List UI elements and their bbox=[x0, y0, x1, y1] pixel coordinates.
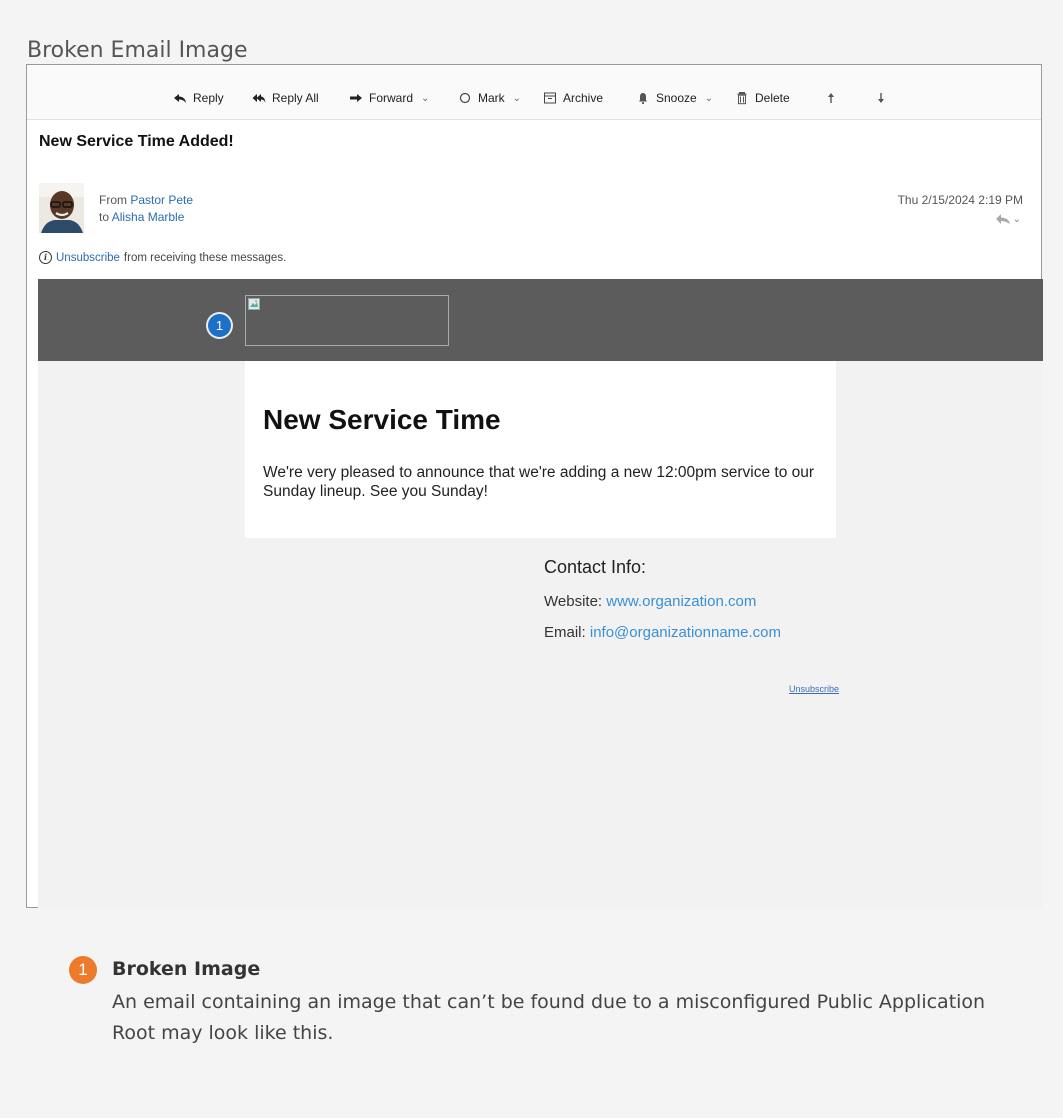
sender-link[interactable]: Pastor Pete bbox=[130, 193, 193, 207]
chevron-down-icon[interactable]: ⌄ bbox=[513, 93, 521, 104]
email-date: Thu 2/15/2024 2:19 PM bbox=[897, 193, 1023, 207]
from-line: From Pastor Pete bbox=[99, 193, 193, 207]
contact-website: Website: www.organization.com bbox=[544, 593, 756, 610]
next-message-button[interactable] bbox=[874, 89, 888, 107]
broken-image-icon bbox=[248, 298, 260, 310]
archive-label: Archive bbox=[563, 91, 604, 105]
chevron-down-icon[interactable]: ⌄ bbox=[1013, 214, 1021, 225]
delete-label: Delete bbox=[755, 91, 790, 105]
arrow-down-icon bbox=[874, 91, 888, 105]
callout-title: Broken Image bbox=[112, 958, 261, 980]
email-toolbar: Reply Reply All Forward ⌄ Mark ⌄ Archive… bbox=[27, 65, 1041, 120]
archive-icon bbox=[543, 91, 557, 105]
callout-number-badge: 1 bbox=[69, 956, 97, 984]
forward-button[interactable]: Forward ⌄ bbox=[349, 89, 429, 107]
unsubscribe-link[interactable]: Unsubscribe bbox=[56, 252, 120, 264]
circle-icon bbox=[458, 91, 472, 105]
to-line: to Alisha Marble bbox=[99, 210, 184, 224]
snooze-button[interactable]: Snooze ⌄ bbox=[636, 89, 713, 107]
info-icon: i bbox=[39, 251, 52, 264]
email-header-band: 1 bbox=[38, 279, 1043, 361]
reply-label: Reply bbox=[193, 91, 224, 105]
mark-label: Mark bbox=[478, 91, 505, 105]
to-prefix: to bbox=[99, 210, 110, 224]
reply-all-icon bbox=[252, 91, 266, 105]
forward-label: Forward bbox=[369, 91, 414, 105]
footer-unsubscribe-link[interactable]: Unsubscribe bbox=[789, 684, 839, 694]
email-heading: New Service Time bbox=[263, 404, 501, 435]
email-link[interactable]: info@organizationname.com bbox=[590, 624, 781, 641]
broken-image-placeholder bbox=[245, 295, 449, 346]
previous-message-button[interactable] bbox=[824, 89, 838, 107]
annotation-badge: 1 bbox=[208, 314, 231, 337]
email-label: Email: bbox=[544, 624, 586, 641]
reply-icon bbox=[995, 210, 1011, 229]
email-window: Reply Reply All Forward ⌄ Mark ⌄ Archive… bbox=[26, 64, 1043, 908]
bell-icon bbox=[636, 91, 650, 105]
trash-icon bbox=[735, 91, 749, 105]
page-title: Broken Email Image bbox=[27, 38, 248, 63]
reply-all-label: Reply All bbox=[272, 91, 319, 105]
email-body-text: We're very pleased to announce that we'r… bbox=[263, 464, 815, 500]
arrow-up-icon bbox=[824, 91, 838, 105]
email-subject: New Service Time Added! bbox=[39, 133, 234, 150]
avatar[interactable] bbox=[39, 183, 84, 233]
reply-icon bbox=[173, 91, 187, 105]
quick-reply-button[interactable]: ⌄ bbox=[995, 210, 1021, 229]
unsubscribe-notice-text: from receiving these messages. bbox=[123, 251, 287, 264]
delete-button[interactable]: Delete bbox=[735, 89, 790, 107]
contact-title: Contact Info: bbox=[544, 557, 647, 577]
forward-icon bbox=[349, 91, 363, 105]
from-prefix: From bbox=[99, 193, 127, 207]
chevron-down-icon[interactable]: ⌄ bbox=[421, 93, 429, 104]
mark-button[interactable]: Mark ⌄ bbox=[458, 89, 521, 107]
reply-all-button[interactable]: Reply All bbox=[252, 89, 319, 107]
email-card: New Service Time We're very pleased to a… bbox=[245, 361, 836, 538]
archive-button[interactable]: Archive bbox=[543, 89, 603, 107]
reply-button[interactable]: Reply bbox=[173, 89, 224, 107]
recipient-link[interactable]: Alisha Marble bbox=[112, 210, 185, 224]
contact-email: Email: info@organizationname.com bbox=[544, 624, 781, 641]
email-content: 1 New Service Time We're very pleased to… bbox=[38, 279, 1043, 908]
website-link[interactable]: www.organization.com bbox=[606, 593, 756, 610]
callout-text: An email containing an image that can’t … bbox=[112, 991, 986, 1044]
website-label: Website: bbox=[544, 593, 603, 610]
snooze-label: Snooze bbox=[656, 91, 697, 105]
chevron-down-icon[interactable]: ⌄ bbox=[705, 93, 713, 104]
unsubscribe-notice: i Unsubscribe from receiving these messa… bbox=[39, 251, 286, 264]
